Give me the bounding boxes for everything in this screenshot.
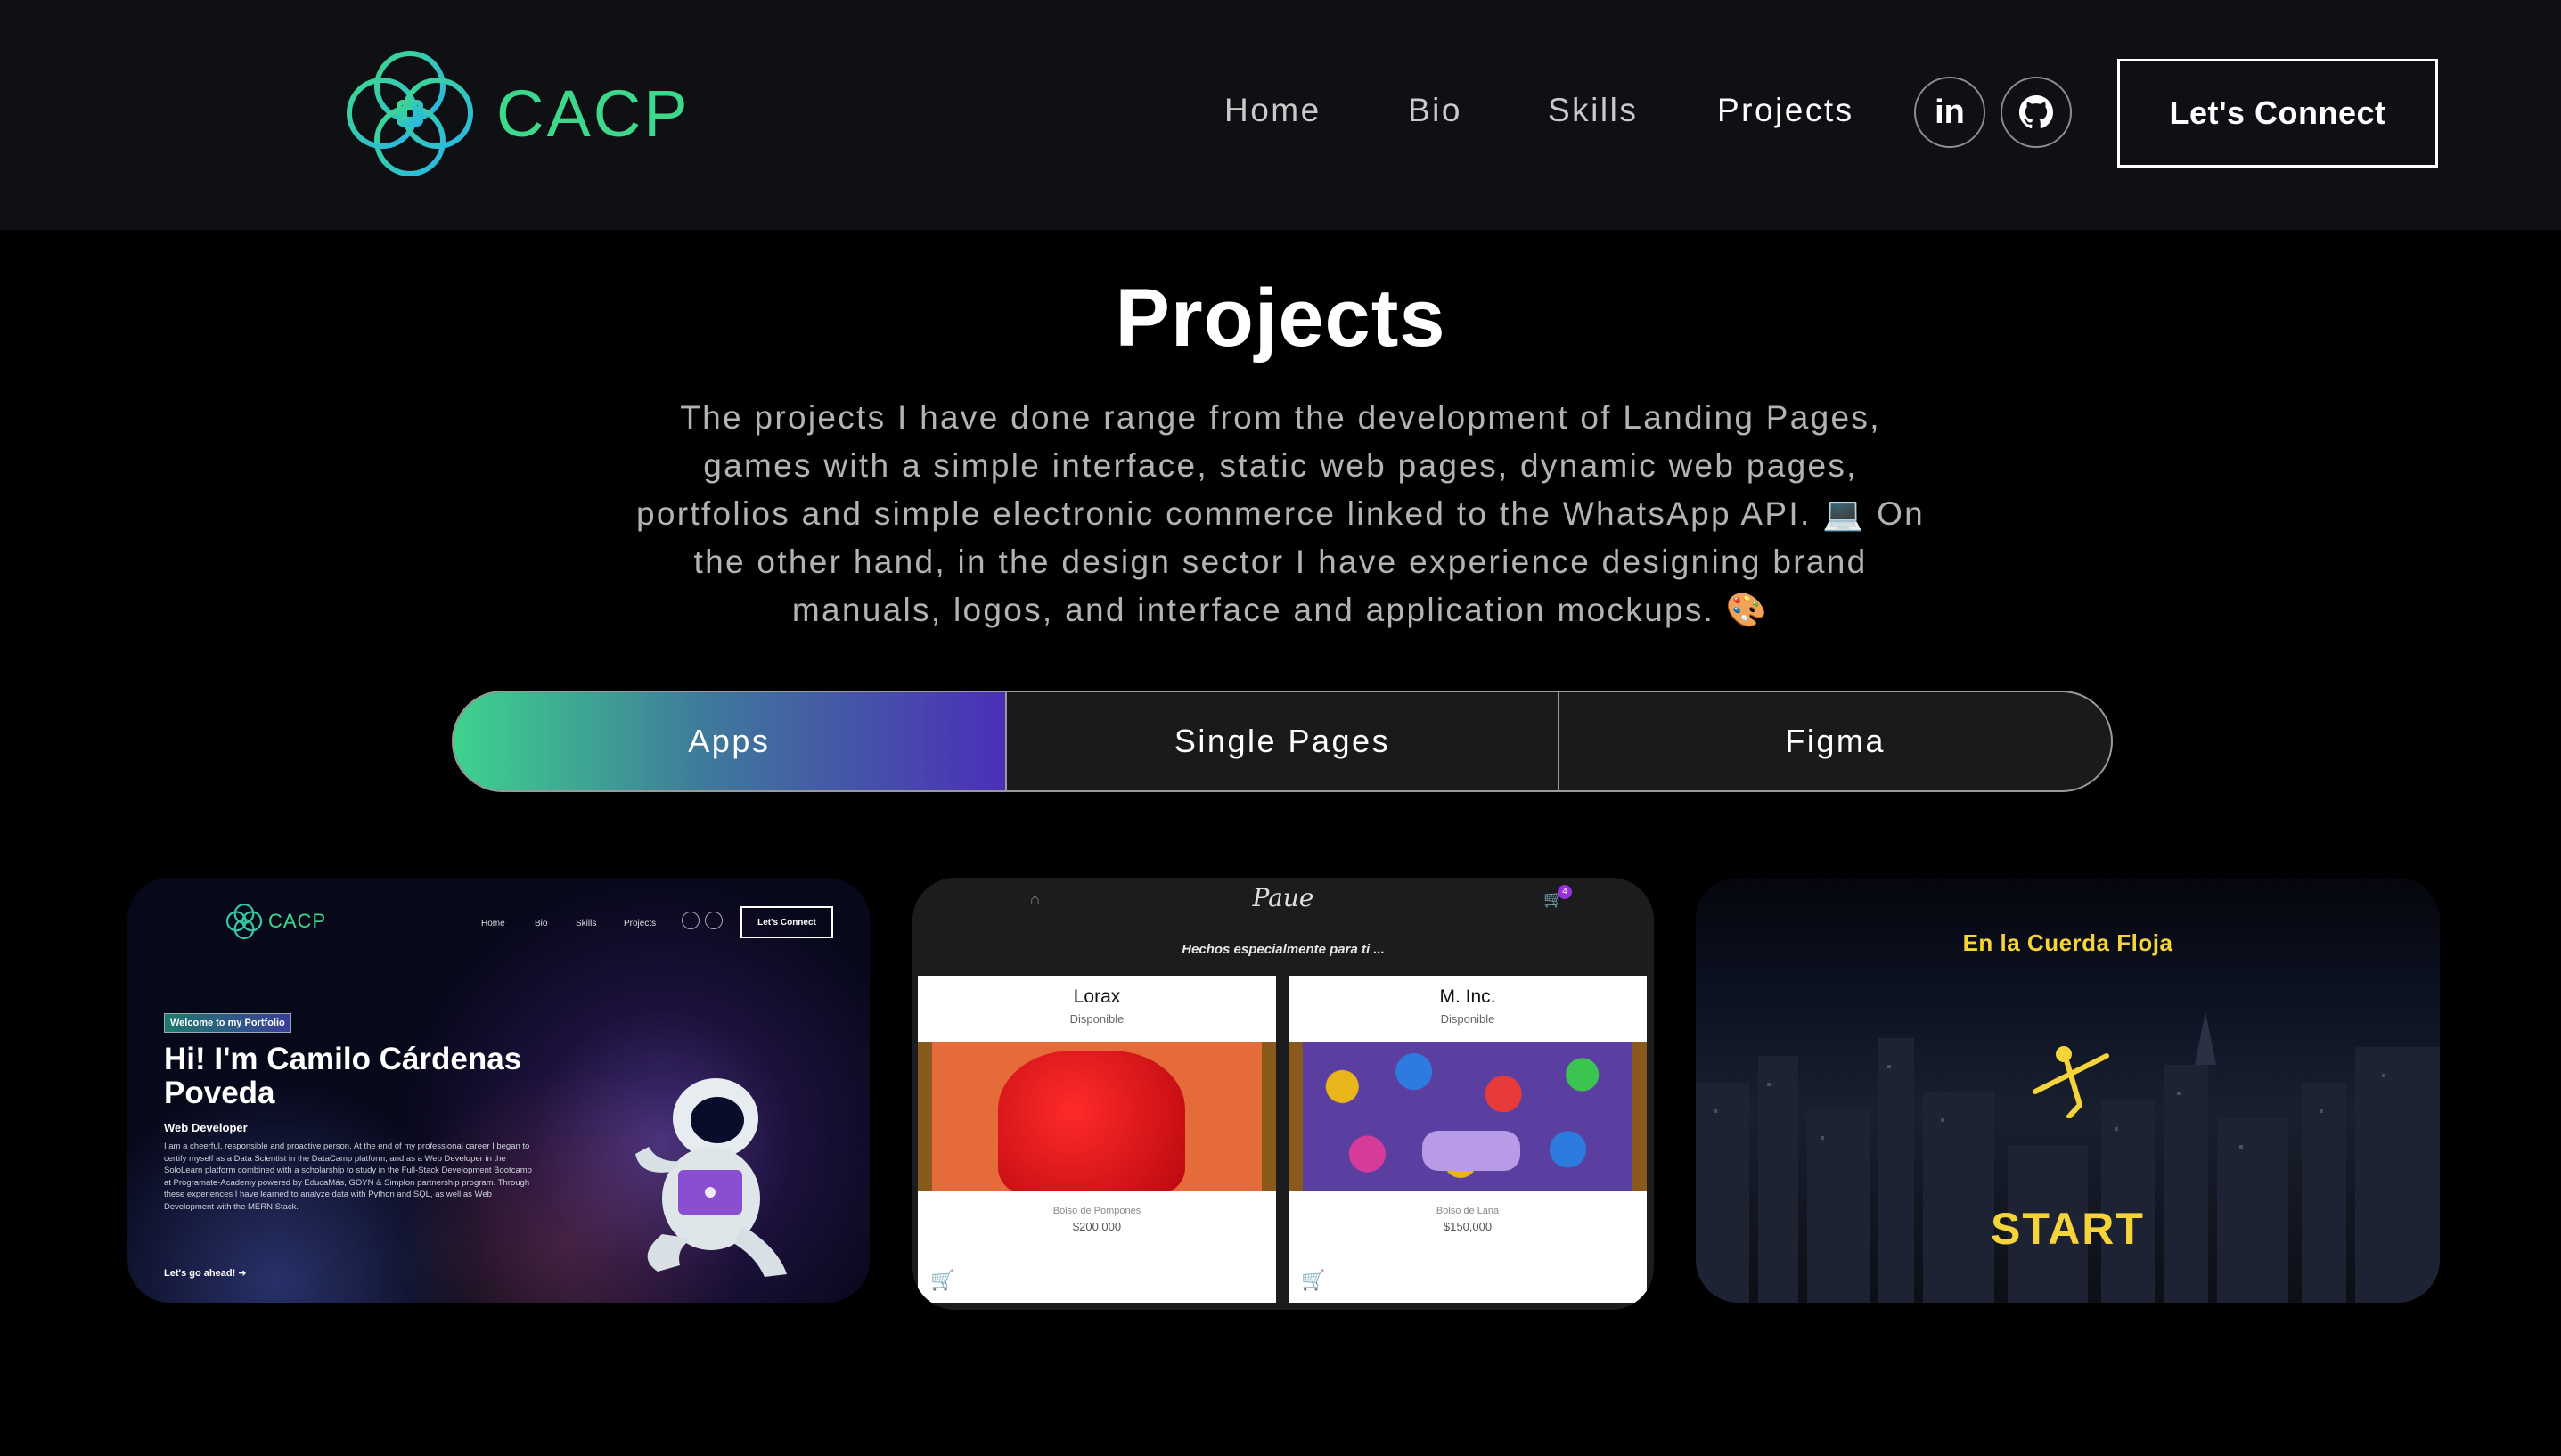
product-price: $150,000 [1443, 1220, 1493, 1233]
product-card: Lorax Disponible Bolso de Pompones $200,… [918, 976, 1276, 1303]
card-nav-home: Home [481, 919, 505, 928]
github-icon [2019, 95, 2053, 129]
product-name: M. Inc. [1439, 986, 1496, 1007]
add-to-cart-icon: 🛒 [1301, 1269, 1326, 1291]
github-button[interactable] [2001, 77, 2072, 148]
project-card-shop[interactable]: ⌂ Paue 🛒 4 Hechos especialmente para ti … [912, 878, 1654, 1310]
shop-subtitle: Hechos especialmente para ti ... [1182, 942, 1385, 957]
logo-icon [225, 903, 263, 940]
project-card-portfolio[interactable]: CACP Home Bio Skills Projects Let's Conn… [127, 878, 870, 1303]
product-status: Disponible [1440, 1012, 1495, 1026]
tab-single-pages[interactable]: Single Pages [1004, 692, 1559, 790]
game-title: En la Cuerda Floja [1962, 929, 2173, 956]
cart-count-badge: 4 [1558, 885, 1572, 899]
shop-header: ⌂ Paue 🛒 4 [912, 878, 1654, 922]
section-description: The projects I have done range from the … [635, 399, 1926, 628]
card-hero-heading: Hi! I'm Camilo Cárdenas Poveda [164, 1042, 522, 1110]
logo-icon [347, 51, 473, 176]
navbar: CACP Home Bio Skills Projects in Let's C… [0, 0, 2561, 230]
tightrope-walker-icon [2033, 1046, 2109, 1118]
lets-connect-button[interactable]: Let's Connect [2117, 59, 2438, 168]
github-icon [705, 912, 723, 929]
linkedin-icon: in [1935, 93, 1965, 131]
product-image [918, 1042, 1276, 1191]
logo-text: CACP [496, 77, 691, 151]
card-logo: CACP [225, 903, 326, 940]
logo[interactable]: CACP [343, 49, 691, 178]
card-nav-bio: Bio [535, 919, 548, 928]
product-price: $200,000 [1072, 1220, 1122, 1233]
project-tabs: Apps Single Pages Figma [452, 691, 2113, 792]
product-card: M. Inc. Disponible Bolso de Lana $150,00… [1289, 976, 1647, 1303]
card-connect-button: Let's Connect [740, 906, 833, 938]
add-to-cart-icon: 🛒 [930, 1269, 955, 1291]
card-go-ahead-link: Let's go ahead! ➜ [164, 1267, 247, 1279]
nav-link-projects[interactable]: Projects [1717, 92, 1854, 129]
page-title: Projects [1115, 273, 1446, 364]
card-nav-skills: Skills [576, 919, 597, 928]
tab-apps[interactable]: Apps [454, 692, 1005, 790]
product-image [1289, 1042, 1647, 1191]
product-description: Bolso de Lana [1436, 1206, 1500, 1216]
linkedin-icon [682, 912, 700, 929]
card-nav-projects: Projects [624, 919, 657, 928]
product-status: Disponible [1069, 1012, 1125, 1026]
astronaut-illustration [635, 1078, 787, 1277]
card-go-ahead-label: Let's go ahead! [164, 1268, 236, 1279]
nav-link-skills[interactable]: Skills [1548, 92, 1638, 129]
card-role: Web Developer [164, 1121, 248, 1134]
nav-link-bio[interactable]: Bio [1408, 92, 1462, 129]
nav-link-home[interactable]: Home [1224, 92, 1321, 129]
project-card-game[interactable]: En la Cuerda Floja START [1696, 878, 2440, 1303]
product-description: Bolso de Pompones [1052, 1206, 1141, 1216]
tab-figma[interactable]: Figma [1558, 692, 2111, 790]
start-button: START [1991, 1204, 2145, 1254]
arrow-right-icon: ➜ [238, 1268, 247, 1279]
card-bio-text: I am a cheerful, responsible and proacti… [164, 1141, 532, 1212]
product-name: Lorax [1073, 986, 1121, 1007]
linkedin-button[interactable]: in [1914, 77, 1985, 148]
card-logo-text: CACP [268, 910, 327, 932]
welcome-badge: Welcome to my Portfolio [164, 1013, 291, 1033]
